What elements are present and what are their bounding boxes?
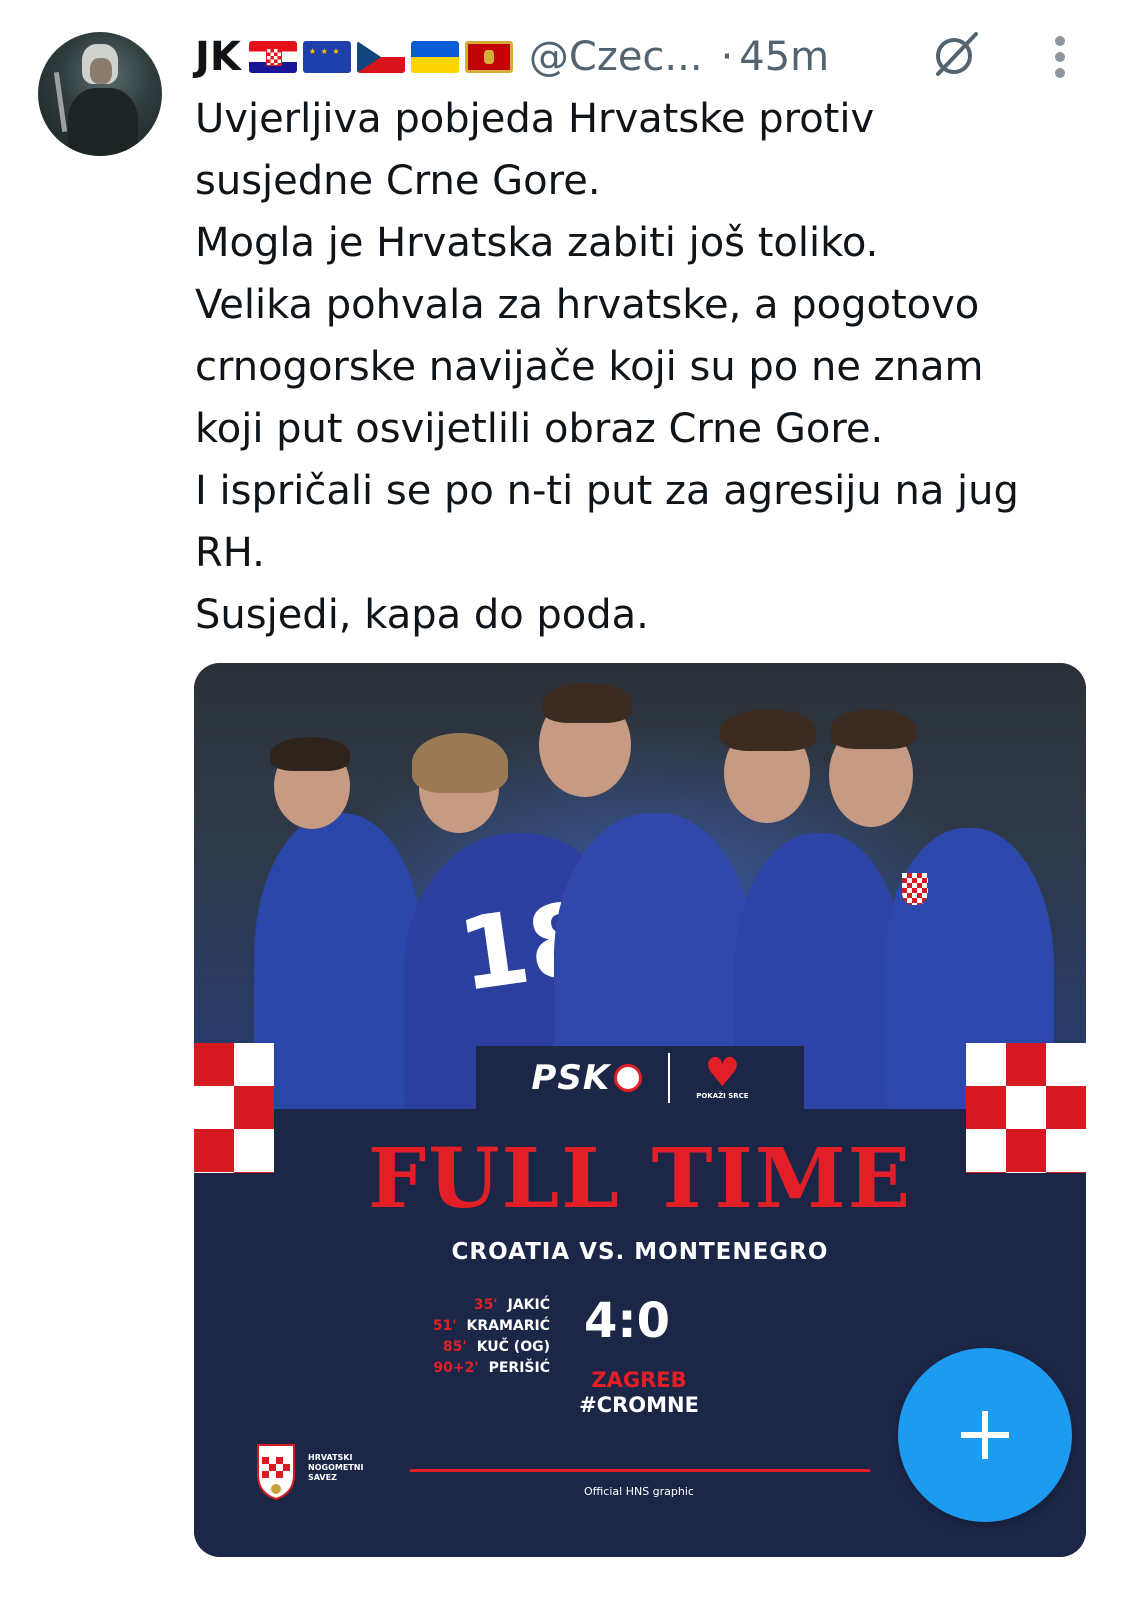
match-title: CROATIA VS. MONTENEGRO xyxy=(451,1239,829,1265)
compose-post-button[interactable] xyxy=(898,1348,1072,1522)
psk-logo: PSK xyxy=(531,1058,643,1098)
eu-flag-icon xyxy=(302,41,351,73)
player-hair xyxy=(542,683,632,723)
full-time-headline: FULL TIME xyxy=(367,1131,913,1227)
tweet-line: crnogorske navijače koji su po ne znam xyxy=(195,344,984,390)
tweet-line: Mogla je Hrvatska zabiti još toliko. xyxy=(195,220,879,266)
author-avatar[interactable] xyxy=(38,32,162,156)
player-hair xyxy=(412,733,508,793)
more-options-icon[interactable] xyxy=(1055,36,1067,78)
official-graphic-credit: Official HNS graphic xyxy=(584,1485,694,1498)
pokazi-srce-text: POKAŽI SRCE xyxy=(696,1092,749,1100)
tweet-line: susjedne Crne Gore. xyxy=(195,158,601,204)
hns-crest-icon xyxy=(257,1444,295,1501)
grok-icon[interactable] xyxy=(930,28,982,80)
czech-flag-icon xyxy=(356,41,405,73)
avatar-body xyxy=(68,88,138,156)
sponsor-bar: PSK ♥ POKAŽI SRCE xyxy=(476,1046,804,1110)
tweet-line: Uvjerljiva pobjeda Hrvatske protiv xyxy=(195,96,875,142)
tweet-timestamp[interactable]: 45m xyxy=(739,34,829,80)
tweet-line: Susjedi, kapa do poda. xyxy=(195,592,649,638)
tweet-header: JK @Czec... · 45m xyxy=(195,30,829,84)
time-separator: · xyxy=(720,34,734,80)
avatar-sword xyxy=(53,71,68,133)
federation-name: HRVATSKI NOGOMETNI SAVEZ xyxy=(308,1453,364,1482)
scorer-row: 51' KRAMARIĆ xyxy=(432,1318,550,1334)
heart-icon: ♥ xyxy=(704,1050,741,1096)
montenegro-flag-icon xyxy=(464,41,513,73)
ukraine-flag-icon xyxy=(410,41,459,73)
tweet-text: Uvjerljiva pobjeda Hrvatske protiv susje… xyxy=(195,88,1095,646)
player-hair xyxy=(720,709,816,751)
author-display-name[interactable]: JK xyxy=(195,34,241,80)
match-city: ZAGREB xyxy=(591,1368,687,1392)
tweet-line: I ispričali se po n-ti put za agresiju n… xyxy=(195,468,1019,514)
plus-icon xyxy=(961,1411,1009,1459)
player-hair xyxy=(830,709,916,749)
match-hashtag: #CROMNE xyxy=(579,1393,699,1417)
scorer-row: 35' JAKIĆ xyxy=(473,1297,550,1313)
sponsor-divider xyxy=(668,1053,671,1103)
tweet-line: Velika pohvala za hrvatske, a pogotovo xyxy=(195,282,980,328)
avatar-face xyxy=(90,58,112,84)
player-silhouette xyxy=(254,813,424,1113)
final-score: 4:0 xyxy=(584,1293,670,1349)
tweet-line: RH. xyxy=(195,530,265,576)
ball-icon xyxy=(614,1064,643,1092)
tweet-line: koji put osvijetlili obraz Crne Gore. xyxy=(195,406,884,452)
scorer-row: 90+2' PERIŠIĆ xyxy=(433,1360,550,1376)
scorer-row: 85' KUČ (OG) xyxy=(442,1339,550,1355)
player-hair xyxy=(270,737,350,771)
pokazi-srce-logo: ♥ POKAŽI SRCE xyxy=(696,1050,749,1100)
croatia-crest-icon xyxy=(902,873,928,905)
croatia-flag-icon xyxy=(248,41,297,73)
footer-divider xyxy=(410,1469,870,1472)
author-handle[interactable]: @Czec... xyxy=(529,34,703,80)
scorers-list: 35' JAKIĆ 51' KRAMARIĆ 85' KUČ (OG) 90+2' PE… xyxy=(394,1295,550,1379)
